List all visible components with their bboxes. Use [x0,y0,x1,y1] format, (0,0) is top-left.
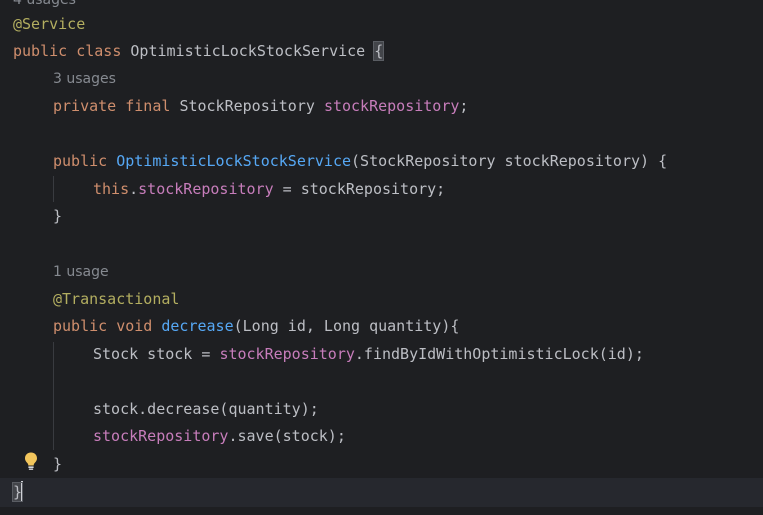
code-line: } [53,203,62,230]
punctuation: . [129,180,139,198]
indent-guide [53,342,54,450]
usages-hint[interactable]: 1 usage [53,259,109,286]
code-line: public class OptimisticLockStockService … [13,38,385,65]
method-call: .save(stock); [228,427,346,445]
code-line: } [11,479,24,506]
brace: { [373,41,385,61]
method-call: stock.decrease(quantity); [93,400,319,418]
keyword: private [53,97,117,115]
keyword: public [53,152,108,170]
class-name: OptimisticLockStockService [130,42,366,60]
assignment: = stockRepository; [273,180,446,198]
field-name: stockRepository [138,180,274,198]
code-line: stockRepository.save(stock); [93,423,346,450]
field-name: stockRepository [93,427,229,445]
usages-hint[interactable]: 3 usages [53,66,116,93]
usages-hint-text: 4 usages [13,0,76,8]
keyword: public [53,317,108,335]
text-caret [21,481,24,501]
code-line: this.stockRepository = stockRepository; [93,176,445,203]
keyword: public [13,42,68,60]
code-line: public void decrease(Long id, Long quant… [53,313,459,340]
code-line: @Service [13,11,85,38]
field-name: stockRepository [219,345,355,363]
code-line: private final StockRepository stockRepos… [53,93,468,120]
parameters: (Long id, Long quantity){ [233,317,460,335]
constructor-name: OptimisticLockStockService [116,152,352,170]
code-line: Stock stock = stockRepository.findByIdWi… [93,341,644,368]
keyword: class [76,42,122,60]
code-line: @Transactional [53,286,179,313]
code-line: public OptimisticLockStockService(StockR… [53,148,667,175]
brace: } [53,207,63,225]
declaration: Stock stock = [93,345,220,363]
method-name: decrease [161,317,234,335]
brace: } [53,455,63,473]
keyword: final [125,97,171,115]
code-line: } [53,451,62,478]
annotation: @Service [13,15,86,33]
code-line: stock.decrease(quantity); [93,396,319,423]
usages-hint-text: 1 usage [53,264,109,280]
method-call: .findByIdWithOptimisticLock(id); [354,345,644,363]
code-editor[interactable]: 4 usages @Service public class Optimisti… [0,0,763,515]
lightbulb-icon[interactable] [22,451,40,471]
punctuation: ; [459,97,469,115]
usages-hint-text: 3 usages [53,71,116,87]
keyword: this [93,180,130,198]
parameters: (StockRepository stockRepository) { [351,152,668,170]
keyword: void [116,317,153,335]
type-name: StockRepository [179,97,315,115]
current-line-highlight [0,478,763,507]
indent-guide [53,176,54,202]
annotation: @Transactional [53,290,180,308]
field-name: stockRepository [323,97,460,115]
